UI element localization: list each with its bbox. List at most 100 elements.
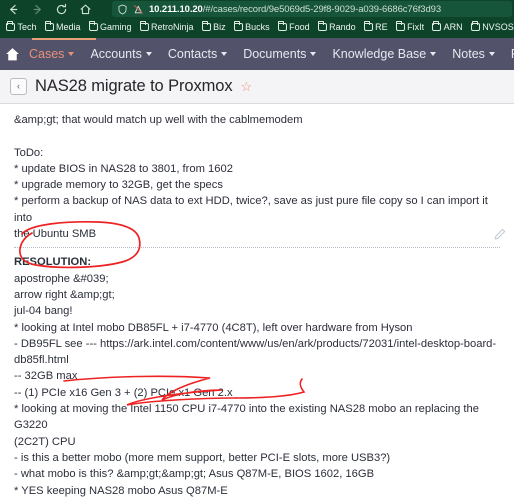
body-line: * perform a backup of NAS data to ext HD…	[14, 195, 488, 224]
shield-icon[interactable]	[117, 4, 128, 15]
tracker-blocked-icon[interactable]	[133, 4, 144, 15]
chevron-down-icon	[68, 52, 75, 56]
chevron-down-icon	[145, 52, 152, 56]
bookmark-item[interactable]: NVSOS	[467, 21, 514, 32]
chevron-down-icon	[430, 52, 437, 56]
bookmark-label: Gaming	[100, 22, 132, 32]
forward-icon[interactable]	[31, 3, 44, 16]
bookmark-item[interactable]: Tech	[2, 21, 41, 32]
bookmark-item[interactable]: Gaming	[85, 21, 136, 32]
body-line: ToDo:	[14, 146, 44, 159]
chevron-down-icon	[221, 52, 228, 56]
bookmark-label: Tech	[17, 22, 37, 32]
bookmark-label: Food	[289, 22, 310, 32]
body-line: arrow right &amp;gt;	[14, 288, 115, 301]
body-line: &amp;gt; that would match up well with t…	[14, 114, 303, 126]
nav-item-rep[interactable]: Rep	[503, 47, 514, 61]
navigation-buttons	[4, 3, 92, 16]
folder-icon	[139, 21, 149, 31]
active-tab-indicator	[32, 38, 96, 40]
bookmark-label: ARN	[443, 22, 463, 32]
nav-item-notes[interactable]: Notes	[444, 47, 503, 61]
folder-icon	[88, 21, 98, 31]
bookmark-item[interactable]: Media	[41, 21, 85, 32]
home-button-icon[interactable]	[4, 46, 21, 63]
home-icon[interactable]	[79, 3, 92, 16]
nav-item-label: Cases	[29, 47, 65, 61]
body-line: - what mobo is this? &amp;gt;&amp;gt; As…	[14, 468, 375, 481]
folder-icon	[6, 21, 15, 31]
body-line: * upgrade memory to 32GB, get the specs	[14, 179, 223, 192]
browser-window: 10.211.10.20/#/cases/record/9e5069d5-29f…	[0, 0, 514, 500]
browser-toolbar: 10.211.10.20/#/cases/record/9e5069d5-29f…	[0, 0, 514, 18]
bookmark-label: RetroNinja	[151, 22, 194, 32]
bookmark-label: FixIt	[407, 22, 425, 32]
folder-icon	[432, 21, 442, 31]
chevron-down-icon	[488, 52, 495, 56]
nav-item-label: Documents	[243, 47, 307, 61]
folder-icon	[317, 21, 327, 31]
bookmark-item[interactable]: Biz	[198, 21, 230, 32]
folder-icon	[277, 21, 287, 31]
nav-item-label: Accounts	[90, 47, 142, 61]
bookmark-label: Bucks	[245, 22, 270, 32]
bookmark-label: Media	[56, 22, 81, 32]
url-path: /#/cases/record/9e5069d5-29f8-9029-a039-…	[202, 3, 442, 15]
bookmark-item[interactable]: ARN	[428, 21, 467, 32]
folder-icon	[470, 21, 480, 31]
reload-icon[interactable]	[55, 3, 68, 16]
nav-item-contacts[interactable]: Contacts	[160, 47, 235, 61]
body-line: db85fl.html	[14, 354, 69, 367]
record-header: ‹ NAS28 migrate to Proxmox ☆	[0, 70, 514, 104]
body-line: RESOLUTION:	[14, 256, 92, 269]
body-line: * looking at moving the Intel 1150 CPU i…	[14, 403, 479, 432]
folder-icon	[363, 21, 373, 31]
body-line: (2C2T) CPU	[14, 435, 76, 448]
bookmark-item[interactable]: Rando	[314, 21, 360, 32]
url-text: 10.211.10.20/#/cases/record/9e5069d5-29f…	[149, 4, 441, 15]
body-line: -- 32GB max	[14, 370, 78, 383]
pencil-icon[interactable]	[494, 228, 506, 240]
body-line: apostrophe &#039;	[14, 272, 109, 285]
body-line: jul-04 bang!	[14, 305, 73, 318]
bookmark-label: NVSOS	[482, 22, 514, 32]
nav-item-documents[interactable]: Documents	[235, 47, 324, 61]
folder-icon	[201, 21, 211, 31]
bookmark-item[interactable]: FixIt	[392, 21, 429, 32]
bookmark-item[interactable]: Food	[274, 21, 314, 32]
back-icon[interactable]	[7, 3, 20, 16]
nav-item-label: Knowledge Base	[332, 47, 427, 61]
page-title: NAS28 migrate to Proxmox	[35, 77, 233, 95]
body-line: - is this a better mobo (more mem suppor…	[14, 451, 391, 464]
body-line: the Ubuntu SMB	[14, 228, 97, 241]
chevron-down-icon	[310, 52, 317, 56]
url-host: 10.211.10.20	[149, 3, 203, 15]
bookmark-label: RE	[375, 22, 388, 32]
bookmark-item[interactable]: RetroNinja	[136, 21, 198, 32]
folder-icon	[395, 21, 405, 31]
star-icon[interactable]: ☆	[241, 80, 253, 93]
bookmark-item[interactable]: Bucks	[230, 21, 274, 32]
app-navigation-bar: Cases Accounts Contacts Documents Knowledge …	[0, 36, 514, 70]
record-back-button[interactable]: ‹	[10, 78, 27, 95]
body-line: * YES keeping NAS28 mobo Asus Q87M-E	[14, 484, 228, 497]
nav-item-label: Contacts	[167, 47, 218, 61]
bookmarks-bar: Tech Media Gaming RetroNinja Biz Bucks Food Ran…	[0, 18, 514, 36]
body-line: * looking at Intel mobo DB85FL + i7-4770…	[14, 321, 413, 334]
record-body: &amp;gt; that would match up well with t…	[0, 104, 514, 500]
divider	[14, 247, 500, 249]
bookmark-label: Biz	[213, 22, 226, 32]
nav-item-accounts[interactable]: Accounts	[82, 47, 159, 61]
nav-item-label: Notes	[452, 47, 485, 61]
body-line: -- (1) PCIe x16 Gen 3 + (2) PCIe x1 Gen …	[14, 386, 233, 399]
folder-icon	[233, 21, 243, 31]
bookmark-item[interactable]: RE	[360, 21, 392, 32]
nav-item-cases[interactable]: Cases	[21, 47, 82, 61]
body-line: - DB95FL see --- https://ark.intel.com/c…	[14, 337, 497, 350]
nav-item-knowledge-base[interactable]: Knowledge Base	[324, 47, 444, 61]
bookmark-label: Rando	[329, 22, 356, 32]
folder-icon	[44, 21, 54, 31]
body-line: * update BIOS in NAS28 to 3801, from 160…	[14, 162, 233, 175]
address-bar[interactable]: 10.211.10.20/#/cases/record/9e5069d5-29f…	[112, 1, 512, 17]
